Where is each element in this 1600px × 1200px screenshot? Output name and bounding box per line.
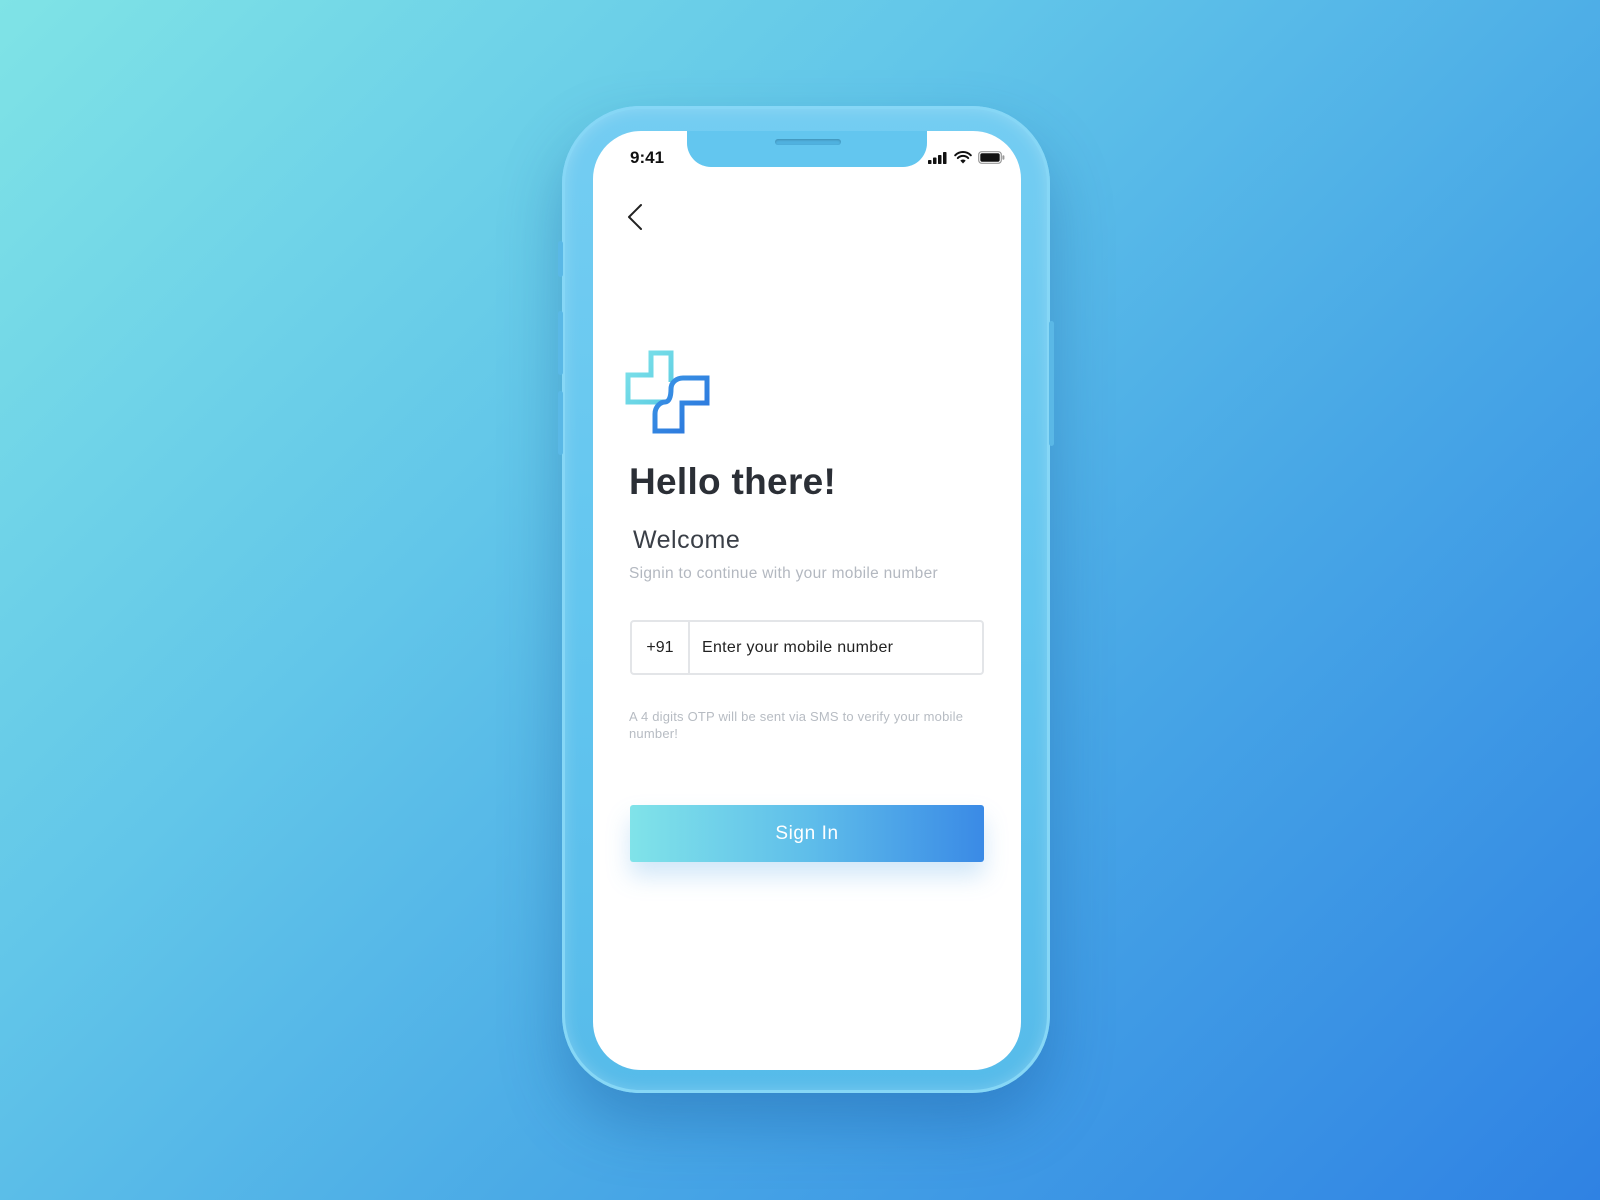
side-button-volume-down	[558, 391, 563, 455]
signal-icon	[928, 151, 947, 164]
notch	[687, 131, 927, 167]
sign-in-button[interactable]: Sign In	[630, 805, 984, 862]
phone-frame: 9:41 Hello there! Welcome Signin to cont…	[558, 106, 1054, 1093]
page-title: Hello there!	[629, 461, 837, 502]
chevron-left-icon	[628, 204, 642, 230]
subtitle: Signin to continue with your mobile numb…	[629, 565, 938, 582]
country-code-selector[interactable]: +91	[632, 622, 690, 673]
welcome-heading: Welcome	[633, 526, 741, 554]
side-button-power	[1049, 321, 1054, 446]
otp-helper-text: A 4 digits OTP will be sent via SMS to v…	[629, 709, 964, 741]
back-button[interactable]	[621, 197, 653, 237]
wifi-icon	[954, 151, 972, 164]
side-button-silent	[558, 241, 563, 277]
mobile-number-input[interactable]	[690, 622, 982, 673]
side-button-volume-up	[558, 311, 563, 375]
status-time: 9:41	[630, 148, 665, 167]
phone-input-group: +91	[630, 620, 984, 675]
battery-icon	[978, 151, 1005, 164]
medical-cross-logo	[625, 350, 710, 434]
status-icons	[928, 151, 1005, 164]
speaker-grille	[775, 139, 841, 145]
phone-screen: 9:41 Hello there! Welcome Signin to cont…	[593, 131, 1021, 1070]
